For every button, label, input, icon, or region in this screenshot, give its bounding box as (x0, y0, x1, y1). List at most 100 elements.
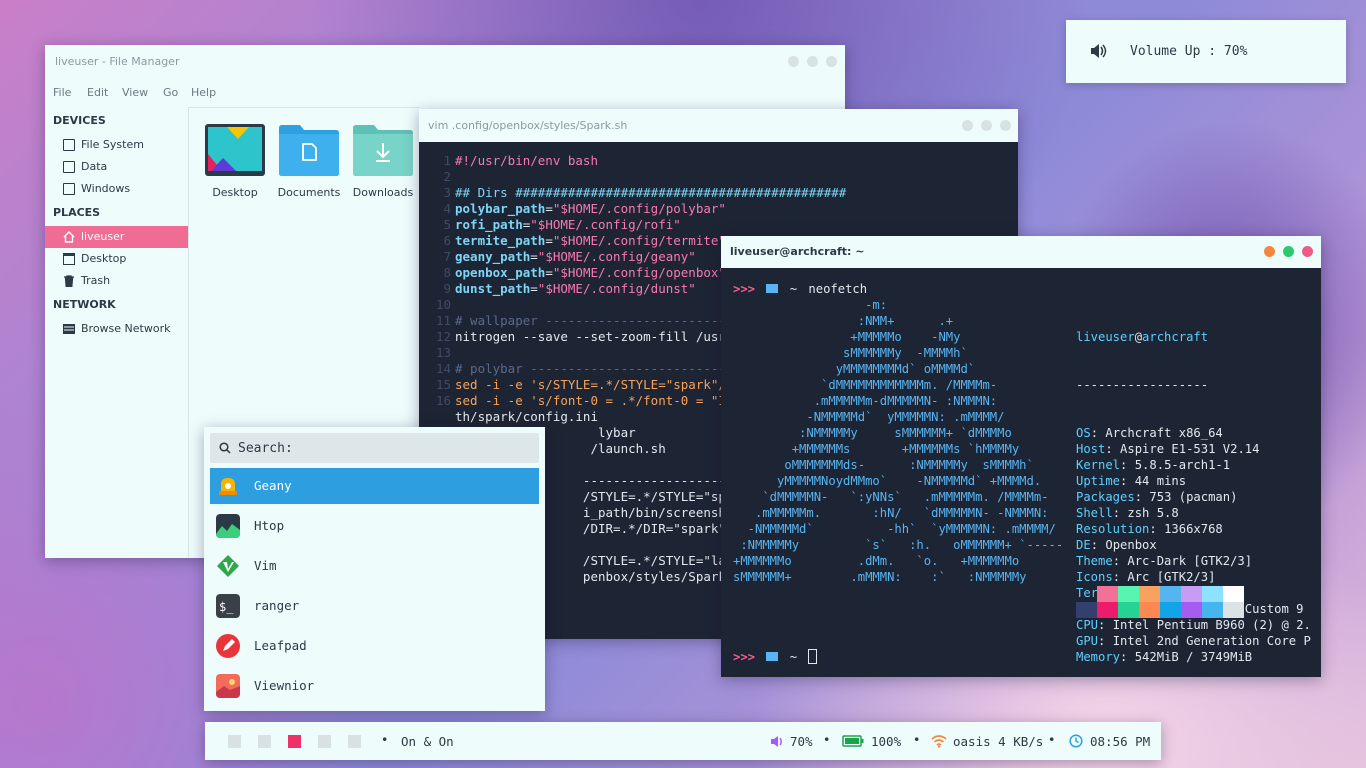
host: archcraft (1142, 330, 1209, 344)
sidebar-item-browse-network[interactable]: Browse Network (45, 318, 188, 340)
code-line: 5 rofi_path="$HOME/.config/rofi" (419, 217, 861, 233)
command-text: neofetch (808, 282, 868, 296)
code-op: = (545, 201, 553, 216)
menu-help[interactable]: Help (191, 86, 216, 99)
color-swatch (1181, 602, 1202, 618)
menu-view[interactable]: View (122, 86, 148, 99)
bullet: • (823, 732, 831, 747)
info-colon: : (1120, 650, 1135, 664)
app-ranger[interactable]: $_ ranger (210, 588, 539, 624)
line-number: 2 (443, 169, 451, 184)
menu-edit[interactable]: Edit (87, 86, 108, 99)
code-key: geany_path (455, 249, 531, 264)
color-swatch (1181, 586, 1202, 602)
prompt-line-2[interactable]: >>> ~ (733, 649, 818, 665)
minimize-button[interactable] (788, 56, 799, 67)
app-vim[interactable]: Vim (210, 548, 539, 584)
code-string: "$HOME/.config/rofi" (530, 217, 681, 232)
line-number: 12 (435, 329, 451, 344)
color-swatch (1139, 602, 1160, 618)
app-htop[interactable]: Htop (210, 508, 539, 544)
workspace-5[interactable] (348, 735, 361, 748)
sidebar-item-label: Trash (81, 274, 111, 287)
info-value: Arc [GTK2/3] (1127, 570, 1216, 584)
sidebar-item-label: File System (81, 138, 144, 151)
info-line: OS: Archcraft x86_64 (1076, 425, 1311, 441)
code-string: "$HOME/.config/openbox" (552, 265, 726, 280)
folder-label: Downloads (352, 186, 414, 199)
line-number: 15 (435, 377, 451, 392)
separator: ------------------ (1076, 378, 1209, 392)
close-button[interactable] (826, 56, 837, 67)
htop-icon (216, 514, 240, 538)
info-line: DE: Openbox (1076, 537, 1311, 553)
close-button[interactable] (1000, 120, 1011, 131)
sidebar-item-windows[interactable]: Windows (45, 178, 188, 200)
info-colon: : (1098, 634, 1113, 648)
drive-icon (63, 161, 75, 173)
info-lines: OS: Archcraft x86_64 Host: Aspire E1-531 … (1076, 425, 1311, 665)
sidebar-item-liveuser[interactable]: liveuser (45, 226, 188, 248)
sidebar-item-data[interactable]: Data (45, 156, 188, 178)
at: @ (1134, 330, 1143, 344)
workspace-1[interactable] (228, 735, 241, 748)
menubar: File Edit View Go Help (45, 85, 845, 107)
sidebar-item-file-system[interactable]: File System (45, 134, 188, 156)
maximize-button[interactable] (1283, 246, 1294, 257)
app-geany[interactable]: Geany (210, 468, 539, 504)
info-colon: : (1105, 442, 1121, 456)
cursor (808, 649, 818, 664)
speaker-icon (1091, 44, 1107, 58)
maximize-button[interactable] (807, 56, 818, 67)
minimize-button[interactable] (962, 120, 973, 131)
search-input[interactable]: Search: (210, 433, 539, 463)
bullet: • (913, 732, 921, 747)
info-line: Uptime: 44 mins (1076, 473, 1311, 489)
documents-folder-icon (279, 125, 339, 176)
color-swatch (1160, 602, 1181, 618)
info-colon: : (1090, 538, 1106, 552)
info-colon: : (1134, 490, 1150, 504)
info-key: Host (1076, 442, 1106, 456)
color-swatch (1118, 602, 1139, 618)
prompt-dir: ~ (789, 282, 798, 296)
trash-icon (64, 275, 74, 287)
volume-text[interactable]: 70% (790, 734, 813, 749)
sidebar-item-trash[interactable]: Trash (45, 270, 188, 292)
terminal-titlebar: liveuser@archcraft: ~ (721, 236, 1321, 268)
app-leafpad[interactable]: Leafpad (210, 628, 539, 664)
app-viewnior[interactable]: Viewnior (210, 668, 539, 704)
line-number: 5 (443, 217, 451, 232)
maximize-button[interactable] (981, 120, 992, 131)
window-title: liveuser - File Manager (55, 55, 180, 68)
workspace-2[interactable] (258, 735, 271, 748)
search-label: Search: (238, 441, 293, 456)
info-key: DE (1076, 538, 1091, 552)
bullet: • (381, 732, 389, 747)
neofetch-info: liveuser@archcraft ------------------ OS… (1076, 297, 1311, 697)
prompt-arrows: >>> (733, 650, 756, 664)
code-line: 4 polybar_path="$HOME/.config/polybar" (419, 201, 861, 217)
color-swatch (1139, 586, 1160, 602)
info-value: Archcraft x86_64 (1105, 426, 1223, 440)
user-host: liveuser@archcraft (1076, 329, 1311, 345)
info-colon: : (1120, 474, 1135, 488)
info-line: Icons: Arc [GTK2/3] (1076, 569, 1311, 585)
menu-go[interactable]: Go (163, 86, 178, 99)
info-line: Packages: 753 (pacman) (1076, 489, 1311, 505)
prompt-arrows: >>> (733, 282, 756, 296)
info-line: GPU: Intel 2nd Generation Core P (1076, 633, 1311, 649)
workspace-4[interactable] (318, 735, 331, 748)
color-palette (1076, 586, 1244, 618)
network-text[interactable]: oasis 4 KB/s (953, 734, 1043, 749)
sidebar-item-label: Desktop (81, 252, 127, 265)
code-line: 1 #!/usr/bin/env bash (419, 153, 861, 169)
line-number: 8 (443, 265, 451, 280)
close-button[interactable] (1302, 246, 1313, 257)
sidebar-item-desktop[interactable]: Desktop (45, 248, 188, 270)
info-key: Uptime (1076, 474, 1121, 488)
minimize-button[interactable] (1264, 246, 1275, 257)
workspace-3[interactable] (288, 735, 301, 748)
menu-file[interactable]: File (53, 86, 71, 99)
code-op: = (530, 249, 538, 264)
